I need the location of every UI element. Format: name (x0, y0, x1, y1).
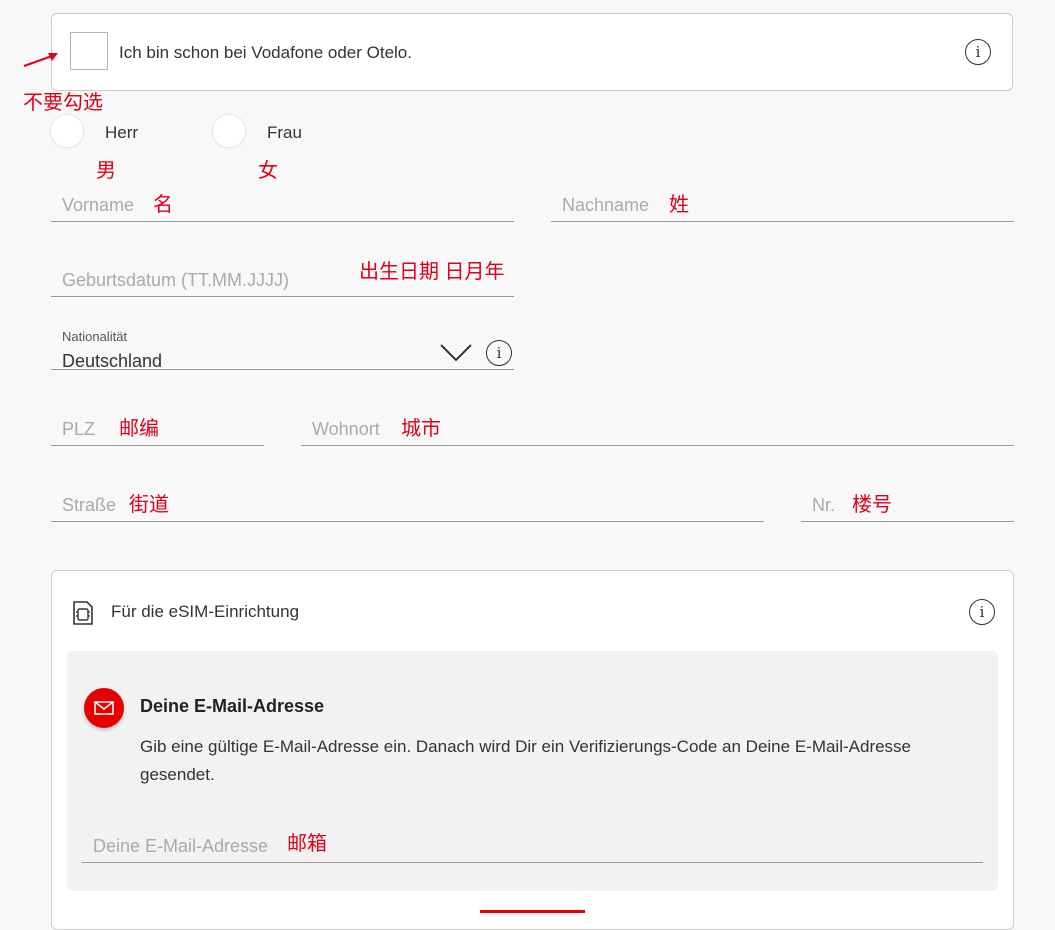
first-name-field: 名 (51, 174, 514, 222)
birthdate-note: 出生日期 日月年 (359, 261, 505, 283)
nationality-info-icon[interactable]: i (486, 340, 512, 366)
existing-customer-checkbox[interactable] (70, 32, 108, 70)
first-name-note: 名 (153, 194, 173, 216)
house-number-field: 楼号 (801, 474, 1014, 522)
nationality-label: Nationalität (62, 329, 128, 344)
last-name-note: 姓 (669, 194, 689, 216)
last-name-input[interactable] (562, 195, 956, 216)
radio-herr[interactable] (51, 115, 83, 147)
street-field: 街道 (51, 474, 764, 522)
street-note: 街道 (129, 494, 169, 516)
email-note: 邮箱 (287, 833, 327, 855)
info-icon[interactable]: i (965, 39, 991, 65)
mail-icon (84, 688, 124, 728)
email-heading: Deine E-Mail-Adresse (140, 696, 325, 716)
house-number-input[interactable] (812, 495, 994, 516)
city-note: 城市 (401, 418, 441, 440)
existing-customer-label: Ich bin schon bei Vodafone oder Otelo. (119, 43, 412, 62)
email-field: 邮箱 (82, 815, 983, 863)
city-field: 城市 (301, 398, 1014, 446)
radio-frau-label: Frau (267, 123, 302, 142)
email-description: Gib eine gültige E-Mail-Adresse ein. Dan… (140, 737, 912, 784)
arrow-annotation-icon (23, 53, 58, 67)
birthdate-field: 出生日期 日月年 (51, 249, 514, 297)
zip-field: 邮编 (51, 398, 264, 446)
esim-title: Für die eSIM-Einrichtung (111, 602, 300, 621)
radio-frau[interactable] (213, 115, 245, 147)
existing-customer-note: 不要勾选 (23, 92, 103, 114)
email-input[interactable] (93, 836, 859, 857)
chevron-down-icon[interactable] (440, 343, 472, 363)
first-name-input[interactable] (62, 195, 456, 216)
house-number-note: 楼号 (852, 494, 892, 516)
zip-note: 邮编 (119, 418, 159, 440)
sim-card-icon (73, 601, 93, 625)
last-name-field: 姓 (551, 174, 1014, 222)
radio-herr-label: Herr (105, 123, 139, 142)
nationality-value: Deutschland (62, 351, 163, 371)
esim-info-icon[interactable]: i (969, 599, 995, 625)
